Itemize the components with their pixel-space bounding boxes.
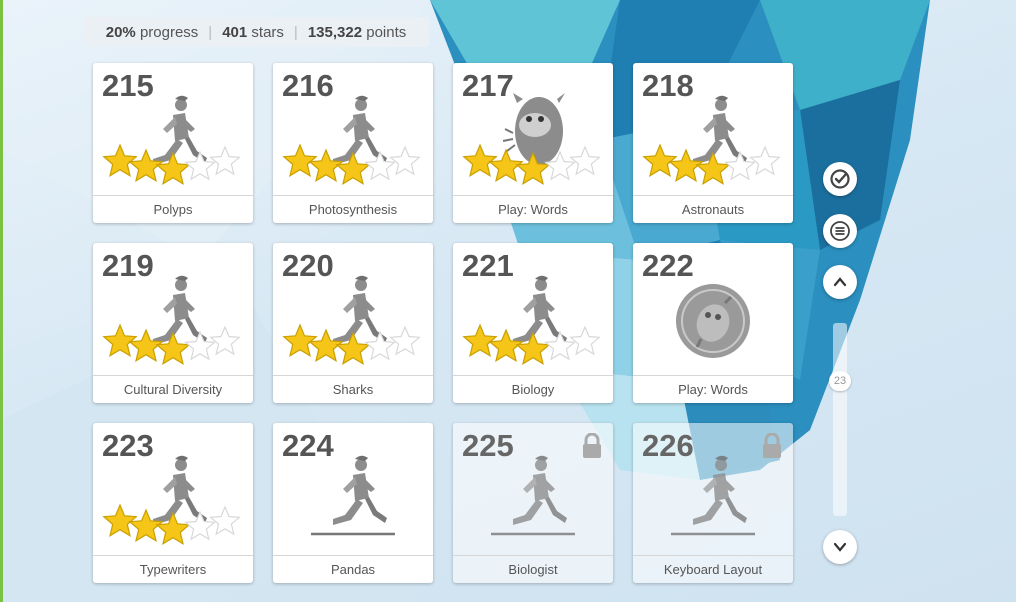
lesson-card-215[interactable]: 215 Polyps: [93, 63, 253, 223]
star-empty-icon: [184, 510, 216, 541]
lesson-label: Typewriters: [93, 555, 253, 583]
lesson-label: Biologist: [453, 555, 613, 583]
menu-button[interactable]: [823, 214, 857, 248]
lesson-number: 218: [642, 68, 694, 103]
star-empty-icon: [364, 150, 396, 181]
star-empty-icon: [209, 325, 241, 356]
star-empty-icon: [569, 145, 601, 176]
lesson-number: 221: [462, 248, 514, 283]
star-empty-icon: [569, 325, 601, 356]
lesson-label: Polyps: [93, 195, 253, 223]
lesson-label: Play: Words: [633, 375, 793, 403]
star-filled-icon: [642, 143, 678, 178]
star-empty-icon: [389, 325, 421, 356]
star-empty-icon: [749, 145, 781, 176]
lesson-number: 224: [282, 428, 334, 463]
star-empty-icon: [724, 150, 756, 181]
lesson-number: 220: [282, 248, 334, 283]
level-slider-track[interactable]: [833, 323, 847, 516]
lesson-label: Photosynthesis: [273, 195, 433, 223]
level-slider-thumb[interactable]: 23: [829, 371, 851, 391]
lesson-number: 219: [102, 248, 154, 283]
lesson-card-220[interactable]: 220 Sharks: [273, 243, 433, 403]
lesson-label: Play: Words: [453, 195, 613, 223]
star-filled-icon: [462, 323, 498, 358]
lesson-card-217[interactable]: 217 Play: Words: [453, 63, 613, 223]
lesson-label: Pandas: [273, 555, 433, 583]
star-empty-icon: [209, 145, 241, 176]
lesson-label: Astronauts: [633, 195, 793, 223]
stats-separator: |: [293, 23, 298, 41]
lesson-card-218[interactable]: 218 Astronauts: [633, 63, 793, 223]
star-filled-icon: [282, 323, 318, 358]
lesson-number: 215: [102, 68, 154, 103]
stats-separator: |: [208, 23, 213, 41]
left-accent-strip: [0, 0, 3, 602]
lock-icon: [763, 433, 781, 458]
chevron-up-icon: [833, 277, 847, 287]
star-filled-icon: [102, 143, 138, 178]
lock-icon: [583, 433, 601, 458]
star-filled-icon: [282, 143, 318, 178]
chevron-down-icon: [833, 542, 847, 552]
hamburger-menu-icon: [830, 221, 850, 241]
stats-bar: 20% progress | 401 stars | 135,322 point…: [83, 17, 429, 47]
lesson-number: 225: [462, 428, 514, 463]
progress-stat: 20% progress: [105, 23, 199, 41]
lesson-card-221[interactable]: 221 Biology: [453, 243, 613, 403]
lesson-number: 226: [642, 428, 694, 463]
check-circle-icon: [830, 169, 850, 189]
lesson-card-222[interactable]: 222 Play: Words: [633, 243, 793, 403]
lesson-label: Keyboard Layout: [633, 555, 793, 583]
lesson-label: Cultural Diversity: [93, 375, 253, 403]
points-stat: 135,322 points: [307, 23, 407, 41]
lesson-card-224[interactable]: 224 Pandas: [273, 423, 433, 583]
star-filled-icon: [102, 323, 138, 358]
star-empty-icon: [184, 150, 216, 181]
lesson-card-226: 226 Keyboard Layout: [633, 423, 793, 583]
lesson-number: 223: [102, 428, 154, 463]
star-empty-icon: [389, 145, 421, 176]
stars-stat: 401 stars: [222, 23, 284, 41]
completed-filter-button[interactable]: [823, 162, 857, 196]
star-empty-icon: [364, 330, 396, 361]
lesson-number: 216: [282, 68, 334, 103]
lesson-card-223[interactable]: 223 Typewriters: [93, 423, 253, 583]
star-empty-icon: [209, 505, 241, 536]
star-filled-icon: [102, 503, 138, 538]
lesson-label: Sharks: [273, 375, 433, 403]
scroll-up-button[interactable]: [823, 265, 857, 299]
lesson-number: 222: [642, 248, 694, 283]
lesson-number: 217: [462, 68, 514, 103]
lesson-card-225: 225 Biologist: [453, 423, 613, 583]
star-empty-icon: [184, 330, 216, 361]
star-empty-icon: [544, 330, 576, 361]
lesson-card-216[interactable]: 216 Photosynthesis: [273, 63, 433, 223]
lesson-card-219[interactable]: 219 Cultural Diversity: [93, 243, 253, 403]
lesson-label: Biology: [453, 375, 613, 403]
star-filled-icon: [462, 143, 498, 178]
scroll-down-button[interactable]: [823, 530, 857, 564]
